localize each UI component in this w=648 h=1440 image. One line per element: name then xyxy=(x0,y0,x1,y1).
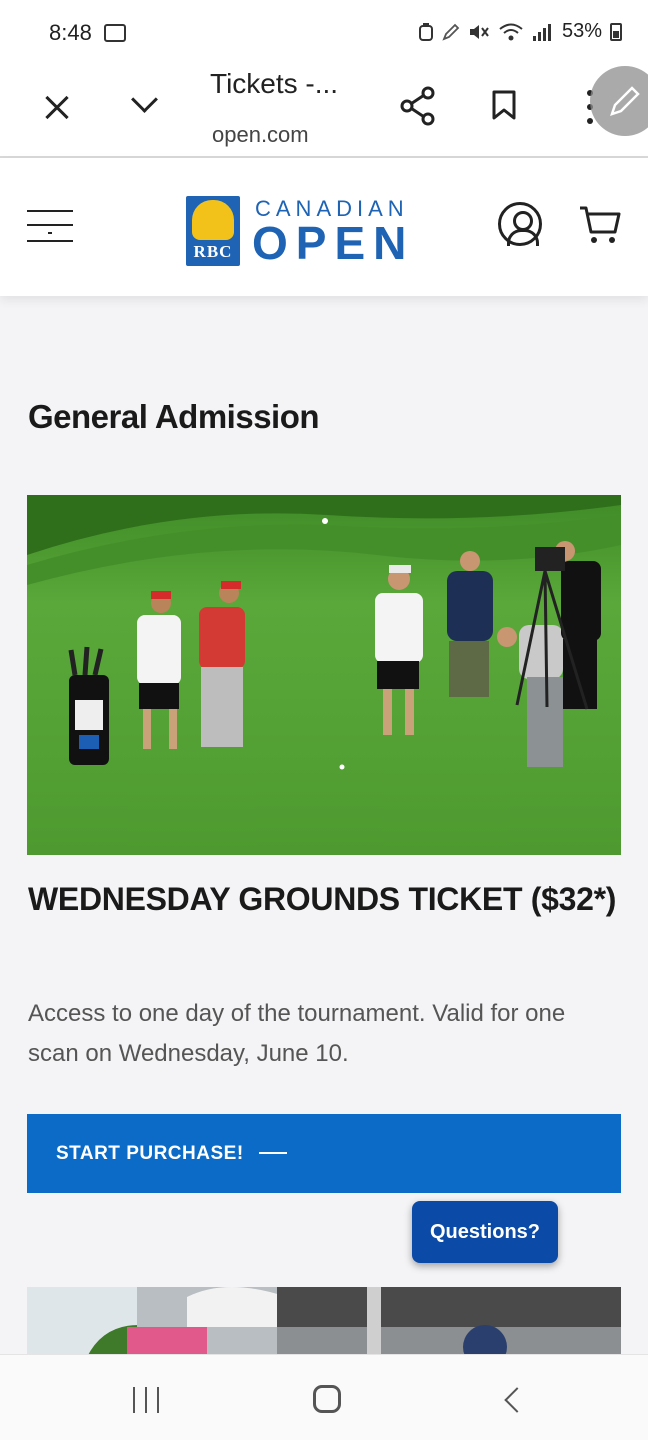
pen-icon xyxy=(442,23,460,41)
ticket-description: Access to one day of the tournament. Val… xyxy=(28,1000,566,1067)
rbc-canadian-open-logo[interactable]: RBC CANADIAN OPEN xyxy=(186,194,416,269)
golf-course-photo xyxy=(27,495,621,855)
close-icon[interactable] xyxy=(40,90,76,126)
voicemail-icon xyxy=(104,24,126,42)
site-header: RBC CANADIAN OPEN xyxy=(0,158,648,296)
cart-icon[interactable] xyxy=(578,204,622,246)
share-icon[interactable] xyxy=(400,86,436,126)
signal-icon xyxy=(532,23,551,41)
wifi-icon xyxy=(499,23,523,40)
chevron-down-icon[interactable] xyxy=(130,90,160,110)
arrow-line-icon xyxy=(259,1152,287,1154)
browser-url[interactable]: open.com xyxy=(212,122,309,148)
battery-percent: 53% xyxy=(561,20,602,42)
recycle-icon xyxy=(418,22,433,41)
start-purchase-label: START PURCHASE! xyxy=(56,1142,244,1164)
battery-icon xyxy=(610,22,622,41)
back-icon[interactable] xyxy=(500,1387,526,1413)
browser-toolbar: Tickets -... open.com xyxy=(0,64,648,158)
bookmark-icon[interactable] xyxy=(492,90,516,120)
logo-line2: OPEN xyxy=(252,217,415,269)
next-ticket-photo xyxy=(27,1287,621,1357)
account-icon[interactable] xyxy=(498,202,542,246)
system-nav-bar xyxy=(0,1354,648,1440)
section-title: General Admission xyxy=(28,398,320,435)
menu-icon[interactable] xyxy=(27,210,73,244)
rbc-shield-icon: RBC xyxy=(186,196,240,266)
start-purchase-button[interactable]: START PURCHASE! xyxy=(27,1114,621,1193)
questions-button[interactable]: Questions? xyxy=(412,1201,558,1263)
browser-tab-title[interactable]: Tickets -... xyxy=(210,68,338,100)
logo-bank: RBC xyxy=(193,242,233,261)
home-icon[interactable] xyxy=(313,1385,341,1413)
status-time: 8:48 xyxy=(49,20,92,45)
status-icons: 53% xyxy=(418,20,622,43)
recent-apps-icon[interactable] xyxy=(133,1387,159,1413)
mute-icon xyxy=(469,24,489,39)
edit-icon[interactable] xyxy=(590,66,648,136)
ticket-title: WEDNESDAY GROUNDS TICKET ($32*) xyxy=(28,881,617,917)
status-bar: 8:48 53% xyxy=(0,0,648,64)
